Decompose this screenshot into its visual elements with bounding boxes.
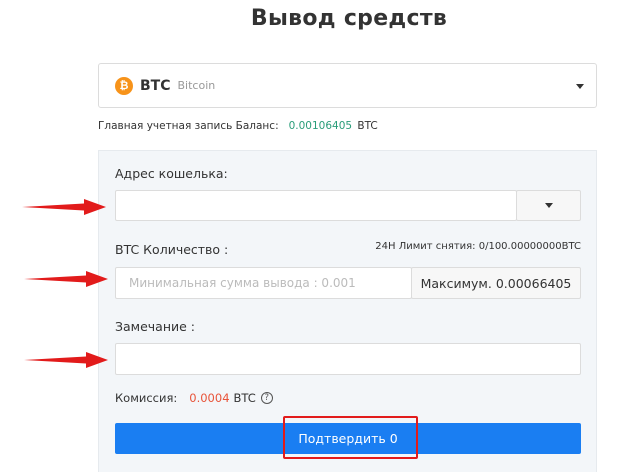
balance-value: 0.00106405 (288, 120, 353, 132)
help-icon[interactable]: ? (260, 392, 273, 404)
max-label: Максимум. (420, 275, 492, 291)
chevron-down-icon (544, 203, 553, 208)
balance-label: Главная учетная запись Баланс: (98, 120, 279, 132)
coin-select[interactable]: ₿ BTC Bitcoin (98, 63, 597, 108)
address-label: Адрес кошелька: (115, 166, 228, 181)
page-title: Вывод средств (250, 6, 448, 31)
fee-row: Комиссия: 0.0004 BTC ? (115, 391, 273, 405)
withdraw-limit-text: 24H Лимит снятия: 0/100.00000000BTC (375, 241, 581, 252)
chevron-down-icon (576, 84, 584, 89)
bitcoin-icon: ₿ (115, 76, 133, 95)
balance-row: Главная учетная запись Баланс: 0.00106405… (98, 120, 378, 132)
max-amount-button[interactable]: Максимум. 0.00066405 (411, 267, 581, 299)
arrow-right-icon (22, 199, 106, 215)
fee-value: 0.0004 (189, 391, 230, 405)
amount-input[interactable]: Минимальная сумма вывода : 0.001 (115, 267, 412, 299)
amount-label: BTC Количество : (115, 242, 229, 257)
arrow-right-icon (24, 352, 108, 368)
arrow-right-icon (24, 271, 108, 287)
note-input[interactable] (115, 343, 581, 375)
fee-unit: BTC (233, 391, 256, 405)
max-value: 0.00066405 (495, 275, 572, 291)
address-dropdown-button[interactable] (516, 190, 581, 221)
coin-symbol: BTC (140, 77, 171, 94)
balance-unit: BTC (357, 120, 378, 132)
fee-label: Комиссия: (115, 391, 178, 405)
wallet-address-input[interactable] (115, 190, 517, 221)
coin-name: Bitcoin (177, 79, 216, 92)
note-label: Замечание : (115, 319, 196, 334)
highlight-box-annotation (283, 416, 418, 459)
